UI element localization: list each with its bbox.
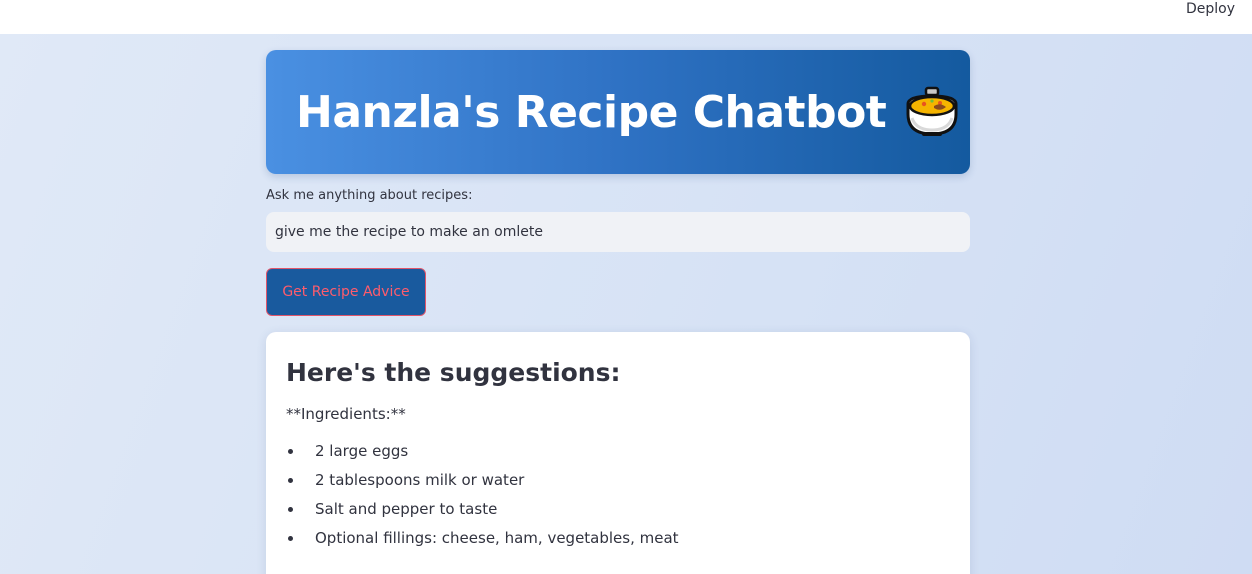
list-item-text: Optional fillings: cheese, ham, vegetabl…	[315, 529, 679, 547]
bullet-icon	[288, 507, 293, 512]
ingredients-list: 2 large eggs 2 tablespoons milk or water…	[286, 437, 950, 553]
list-item: Optional fillings: cheese, ham, vegetabl…	[286, 524, 950, 553]
bullet-icon	[288, 449, 293, 454]
list-item: Salt and pepper to taste	[286, 495, 950, 524]
top-toolbar: Deploy	[0, 0, 1252, 34]
response-card: Here's the suggestions: **Ingredients:**…	[266, 332, 970, 574]
banner-row: Hanzla's Recipe Chatbot	[296, 86, 962, 138]
response-heading: Here's the suggestions:	[286, 358, 621, 387]
list-item: 2 large eggs	[286, 437, 950, 466]
list-item: 2 tablespoons milk or water	[286, 466, 950, 495]
list-item-text: 2 tablespoons milk or water	[315, 471, 525, 489]
ingredients-label: **Ingredients:**	[286, 405, 406, 423]
app-title: Hanzla's Recipe Chatbot	[296, 86, 887, 138]
query-label: Ask me anything about recipes:	[266, 188, 473, 203]
stew-bowl-icon	[902, 86, 962, 138]
list-item-text: Salt and pepper to taste	[315, 500, 498, 518]
list-item-text: 2 large eggs	[315, 442, 409, 460]
get-recipe-advice-button[interactable]: Get Recipe Advice	[266, 268, 426, 316]
bullet-icon	[288, 478, 293, 483]
deploy-button[interactable]: Deploy	[1186, 1, 1235, 17]
main-content: Hanzla's Recipe Chatbot Ask me anything …	[266, 50, 970, 574]
title-banner: Hanzla's Recipe Chatbot	[266, 50, 970, 174]
bullet-icon	[288, 536, 293, 541]
recipe-query-input[interactable]	[266, 212, 970, 252]
